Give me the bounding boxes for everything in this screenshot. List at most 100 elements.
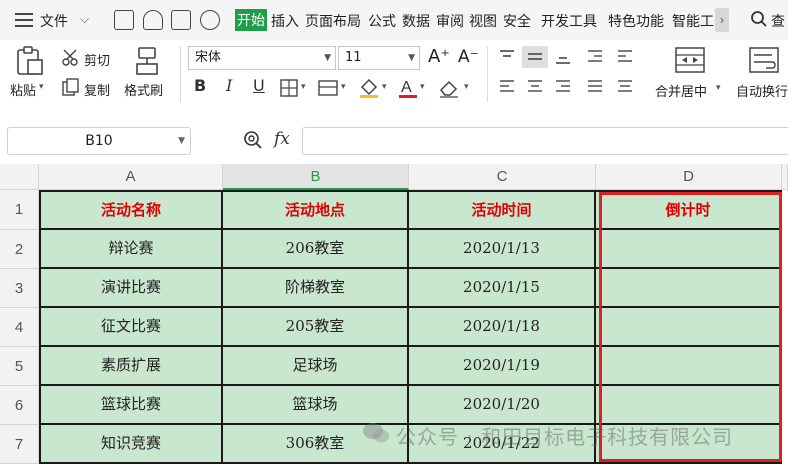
distributed-align-button[interactable] xyxy=(612,76,638,98)
tab-security[interactable]: 安全 xyxy=(503,11,531,31)
file-menu[interactable]: 文件 xyxy=(40,11,68,31)
column-header-b[interactable]: B xyxy=(223,164,409,190)
chevron-down-icon[interactable]: ⌵ xyxy=(80,12,89,27)
column-header-d[interactable]: D xyxy=(596,164,782,190)
column-header-e[interactable] xyxy=(782,164,788,190)
row-header-1[interactable]: 1 xyxy=(0,190,39,230)
borders-icon[interactable] xyxy=(280,79,298,97)
cell-b3[interactable]: 阶梯教室 xyxy=(223,269,409,308)
menu-icon[interactable] xyxy=(15,13,33,27)
tab-insert[interactable]: 插入 xyxy=(271,11,299,31)
cell-d6[interactable] xyxy=(596,386,782,425)
underline-button[interactable]: U xyxy=(253,76,265,95)
cell-c4[interactable]: 2020/1/18 xyxy=(409,308,596,347)
tab-view[interactable]: 视图 xyxy=(469,11,497,31)
chevron-down-icon[interactable]: ▾ xyxy=(464,82,469,92)
cell-b5[interactable]: 足球场 xyxy=(223,347,409,386)
increase-font-size-icon[interactable]: A⁺ xyxy=(428,46,450,67)
cell-a6[interactable]: 篮球比赛 xyxy=(41,386,223,425)
formula-input[interactable] xyxy=(302,127,788,155)
font-size-select[interactable]: 11 ▼ xyxy=(338,46,420,70)
chevron-down-icon[interactable]: ▾ xyxy=(382,82,387,92)
cell-d5[interactable] xyxy=(596,347,782,386)
cell-c6[interactable]: 2020/1/20 xyxy=(409,386,596,425)
decrease-indent-button[interactable] xyxy=(582,46,608,68)
row-header-4[interactable]: 4 xyxy=(0,308,39,347)
cell-a3[interactable]: 演讲比赛 xyxy=(41,269,223,308)
cell-a5[interactable]: 素质扩展 xyxy=(41,347,223,386)
font-color-icon[interactable]: A xyxy=(398,77,418,99)
align-center-button[interactable] xyxy=(522,76,548,98)
row-header-3[interactable]: 3 xyxy=(0,269,39,308)
font-name-select[interactable]: 宋体 ▼ xyxy=(188,46,336,70)
chevron-down-icon[interactable]: ▾ xyxy=(716,83,721,93)
clear-format-icon[interactable] xyxy=(438,78,460,98)
cell-style-icon[interactable] xyxy=(318,79,338,97)
cell-c3[interactable]: 2020/1/15 xyxy=(409,269,596,308)
merge-center-icon[interactable] xyxy=(674,46,706,74)
decrease-font-size-icon[interactable]: A⁻ xyxy=(458,47,479,67)
cell-d4[interactable] xyxy=(596,308,782,347)
undo-icon[interactable] xyxy=(143,10,163,30)
align-left-button[interactable] xyxy=(494,76,520,98)
cell-a4[interactable]: 征文比赛 xyxy=(41,308,223,347)
tab-review[interactable]: 审阅 xyxy=(436,11,464,31)
cell-b6[interactable]: 篮球场 xyxy=(223,386,409,425)
merge-center-button[interactable]: 合并居中 xyxy=(655,81,707,100)
justify-button[interactable] xyxy=(582,76,608,98)
tab-scroll-right-icon[interactable]: › xyxy=(715,8,729,32)
tab-developer[interactable]: 开发工具 xyxy=(541,11,597,31)
row-header-2[interactable]: 2 xyxy=(0,230,39,269)
paste-icon[interactable] xyxy=(14,46,44,76)
cell-c2[interactable]: 2020/1/13 xyxy=(409,230,596,269)
tab-home[interactable]: 开始 xyxy=(235,9,267,31)
cut-button[interactable]: 剪切 xyxy=(84,50,110,69)
format-painter-button[interactable]: 格式刷 xyxy=(124,80,163,99)
fill-color-icon[interactable] xyxy=(358,77,380,99)
align-right-button[interactable] xyxy=(550,76,576,98)
search-label[interactable]: 查 xyxy=(771,11,785,31)
align-top-button[interactable] xyxy=(494,46,520,68)
cell-b4[interactable]: 205教室 xyxy=(223,308,409,347)
chevron-down-icon[interactable]: ▾ xyxy=(420,82,425,92)
align-middle-button[interactable] xyxy=(522,46,548,68)
search-icon[interactable] xyxy=(750,10,768,28)
row-header-6[interactable]: 6 xyxy=(0,386,39,425)
header-cell-time[interactable]: 活动时间 xyxy=(409,192,596,230)
tab-special-features[interactable]: 特色功能 xyxy=(608,11,664,31)
select-all-corner[interactable] xyxy=(0,164,39,190)
name-box[interactable]: B10 ▼ xyxy=(7,127,191,155)
cell-a7[interactable]: 知识竞赛 xyxy=(41,425,223,464)
paste-button[interactable]: 粘贴 xyxy=(10,80,36,99)
tab-page-layout[interactable]: 页面布局 xyxy=(305,11,361,31)
cell-c5[interactable]: 2020/1/19 xyxy=(409,347,596,386)
increase-indent-button[interactable] xyxy=(612,46,638,68)
row-header-7[interactable]: 7 xyxy=(0,425,39,464)
tab-data[interactable]: 数据 xyxy=(402,11,430,31)
chevron-down-icon[interactable]: ▾ xyxy=(341,82,346,92)
header-cell-countdown[interactable]: 倒计时 xyxy=(596,192,782,230)
wrap-text-button[interactable]: 自动换行 xyxy=(736,81,788,100)
print-preview-icon[interactable] xyxy=(200,10,220,30)
fx-icon[interactable]: fx xyxy=(274,129,290,149)
italic-button[interactable]: I xyxy=(226,76,232,95)
align-bottom-button[interactable] xyxy=(550,46,576,68)
chevron-down-icon[interactable]: ▾ xyxy=(301,82,306,92)
tab-smart-tools[interactable]: 智能工 xyxy=(672,11,714,31)
column-header-a[interactable]: A xyxy=(39,164,223,190)
row-header-5[interactable]: 5 xyxy=(0,347,39,386)
header-cell-location[interactable]: 活动地点 xyxy=(223,192,409,230)
save-icon[interactable] xyxy=(114,10,134,30)
cell-d2[interactable] xyxy=(596,230,782,269)
cell-b2[interactable]: 206教室 xyxy=(223,230,409,269)
column-header-c[interactable]: C xyxy=(409,164,596,190)
tab-formulas[interactable]: 公式 xyxy=(368,11,396,31)
cell-a2[interactable]: 辩论赛 xyxy=(41,230,223,269)
paste-dropdown-icon[interactable]: ▾ xyxy=(39,82,44,92)
cell-d3[interactable] xyxy=(596,269,782,308)
format-painter-icon[interactable] xyxy=(133,46,161,76)
zoom-icon[interactable] xyxy=(243,130,263,150)
print-icon[interactable] xyxy=(171,10,191,30)
wrap-text-icon[interactable] xyxy=(748,46,780,74)
header-cell-activity-name[interactable]: 活动名称 xyxy=(41,192,223,230)
